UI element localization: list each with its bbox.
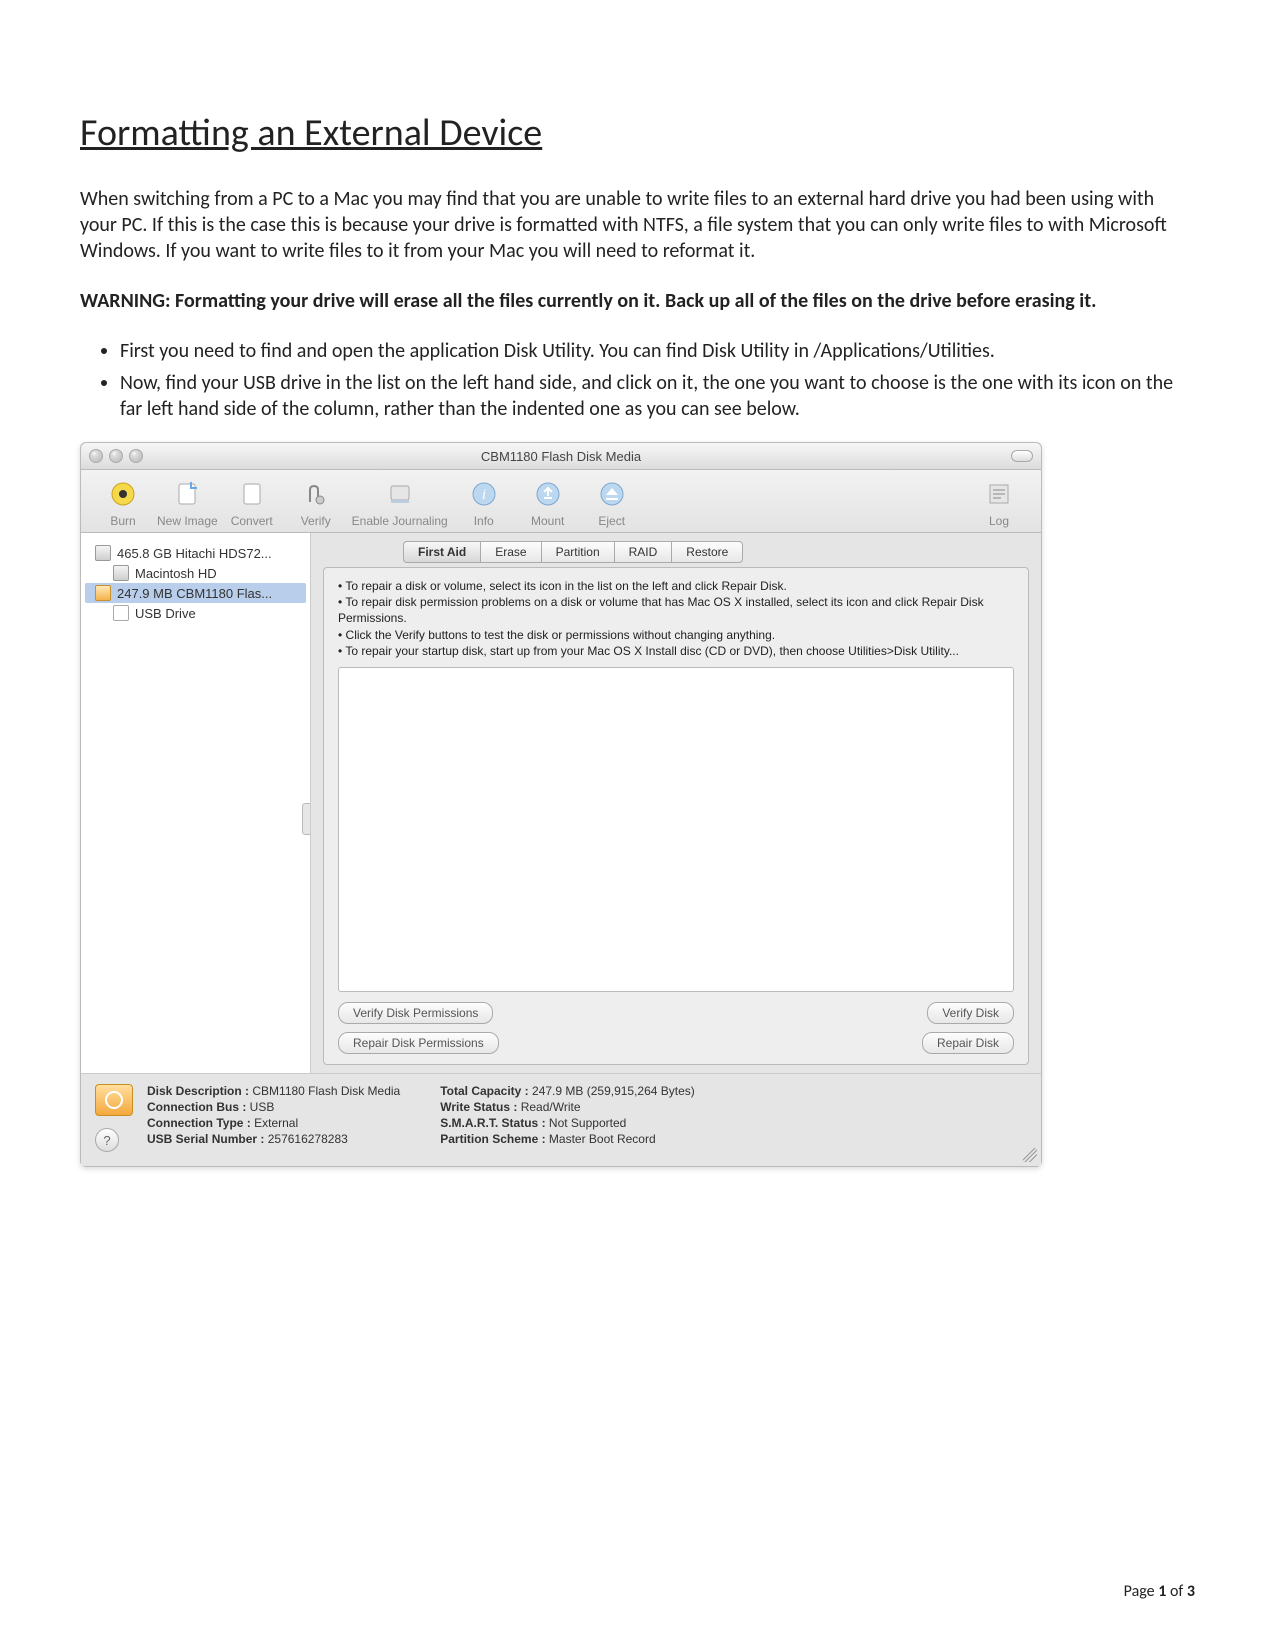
toolbar-label: Burn [110,514,135,528]
verify-button[interactable]: Verify [286,478,346,528]
mount-button[interactable]: Mount [518,478,578,528]
sidebar-item-cbm1180[interactable]: 247.9 MB CBM1180 Flas... [85,583,306,603]
results-textarea [338,667,1014,992]
toolbar-label: Log [989,514,1009,528]
help-button[interactable]: ? [95,1128,119,1152]
tab-first-aid[interactable]: First Aid [403,541,481,563]
tabs: First Aid Erase Partition RAID Restore [403,541,1029,563]
info-key: Total Capacity : [440,1084,528,1098]
sidebar-item-hitachi[interactable]: 465.8 GB Hitachi HDS72... [85,543,306,563]
mount-icon [532,478,564,510]
help-line: • To repair your startup disk, start up … [338,643,1014,659]
info-button[interactable]: i Info [454,478,514,528]
info-value: External [254,1116,298,1130]
log-button[interactable]: Log [969,478,1029,528]
instruction-list: First you need to find and open the appl… [120,338,1195,422]
new-image-icon [171,478,203,510]
verify-disk-permissions-button[interactable]: Verify Disk Permissions [338,1002,493,1024]
help-line: • To repair disk permission problems on … [338,594,1014,626]
tab-erase[interactable]: Erase [480,541,541,563]
page-title: Formatting an External Device [80,110,1195,156]
toolbar-label: Convert [231,514,273,528]
info-key: Write Status : [440,1100,517,1114]
first-aid-help-text: • To repair a disk or volume, select its… [338,578,1014,659]
help-line: • Click the Verify buttons to test the d… [338,627,1014,643]
svg-text:i: i [482,487,486,503]
info-value: 247.9 MB (259,915,264 Bytes) [532,1084,695,1098]
convert-button[interactable]: Convert [222,478,282,528]
toolbar-label: Eject [598,514,625,528]
sidebar-item-usb-drive[interactable]: USB Drive [85,603,306,623]
page-footer: Page 1 of 3 [1124,1582,1195,1601]
main-panel: First Aid Erase Partition RAID Restore •… [311,533,1041,1073]
close-icon[interactable] [89,449,103,463]
toolbar-toggle-pill[interactable] [1011,450,1033,462]
window-titlebar: CBM1180 Flash Disk Media [81,443,1041,470]
zoom-icon[interactable] [129,449,143,463]
info-key: Connection Bus : [147,1100,246,1114]
toolbar-label: Enable Journaling [352,514,448,528]
info-key: S.M.A.R.T. Status : [440,1116,545,1130]
first-aid-panel: • To repair a disk or volume, select its… [323,567,1029,1065]
traffic-lights [89,449,143,463]
info-value: CBM1180 Flash Disk Media [252,1084,400,1098]
footer-total: 3 [1187,1582,1195,1601]
minimize-icon[interactable] [109,449,123,463]
enable-journaling-button[interactable]: Enable Journaling [350,478,450,528]
info-value: USB [250,1100,275,1114]
repair-disk-permissions-button[interactable]: Repair Disk Permissions [338,1032,499,1054]
harddisk-icon [113,565,129,581]
usb-disk-icon [95,585,111,601]
footer-of: of [1166,1582,1187,1601]
info-value: Read/Write [521,1100,581,1114]
volume-icon [113,605,129,621]
new-image-button[interactable]: New Image [157,478,218,528]
toolbar-label: Verify [301,514,331,528]
toolbar-label: Info [474,514,494,528]
disk-utility-window: CBM1180 Flash Disk Media Burn New Image [80,442,1042,1167]
verify-icon [300,478,332,510]
repair-disk-button[interactable]: Repair Disk [922,1032,1014,1054]
sidebar-collapse-handle[interactable] [302,803,311,835]
intro-paragraph: When switching from a PC to a Mac you ma… [80,186,1195,264]
info-key: USB Serial Number : [147,1132,264,1146]
info-value: Not Supported [549,1116,626,1130]
footer-prefix: Page [1124,1582,1159,1601]
verify-disk-button[interactable]: Verify Disk [927,1002,1014,1024]
toolbar-label: New Image [157,514,218,528]
tab-partition[interactable]: Partition [541,541,615,563]
burn-button[interactable]: Burn [93,478,153,528]
journaling-icon [384,478,416,510]
disk-info-footer: ? Disk Description : CBM1180 Flash Disk … [81,1073,1041,1166]
list-item: Now, find your USB drive in the list on … [120,370,1195,422]
sidebar-item-macintosh-hd[interactable]: Macintosh HD [85,563,306,583]
toolbar: Burn New Image Convert Verify [81,470,1041,533]
help-line: • To repair a disk or volume, select its… [338,578,1014,594]
info-key: Disk Description : [147,1084,249,1098]
device-sidebar: 465.8 GB Hitachi HDS72... Macintosh HD 2… [81,533,311,1073]
sidebar-item-label: USB Drive [135,606,196,621]
info-key: Connection Type : [147,1116,251,1130]
sidebar-item-label: 465.8 GB Hitachi HDS72... [117,546,272,561]
harddisk-icon [95,545,111,561]
eject-button[interactable]: Eject [582,478,642,528]
usb-disk-icon [95,1084,133,1116]
tab-raid[interactable]: RAID [614,541,673,563]
resize-grip[interactable] [1023,1148,1037,1162]
sidebar-item-label: 247.9 MB CBM1180 Flas... [117,586,272,601]
sidebar-item-label: Macintosh HD [135,566,217,581]
info-value: 257616278283 [268,1132,348,1146]
info-key: Partition Scheme : [440,1132,545,1146]
info-value: Master Boot Record [549,1132,656,1146]
tab-restore[interactable]: Restore [671,541,743,563]
eject-icon [596,478,628,510]
log-icon [983,478,1015,510]
toolbar-label: Mount [531,514,564,528]
warning-text: WARNING: Formatting your drive will eras… [80,288,1195,314]
window-title: CBM1180 Flash Disk Media [81,449,1041,464]
list-item: First you need to find and open the appl… [120,338,1195,364]
info-icon: i [468,478,500,510]
burn-icon [107,478,139,510]
convert-icon [236,478,268,510]
